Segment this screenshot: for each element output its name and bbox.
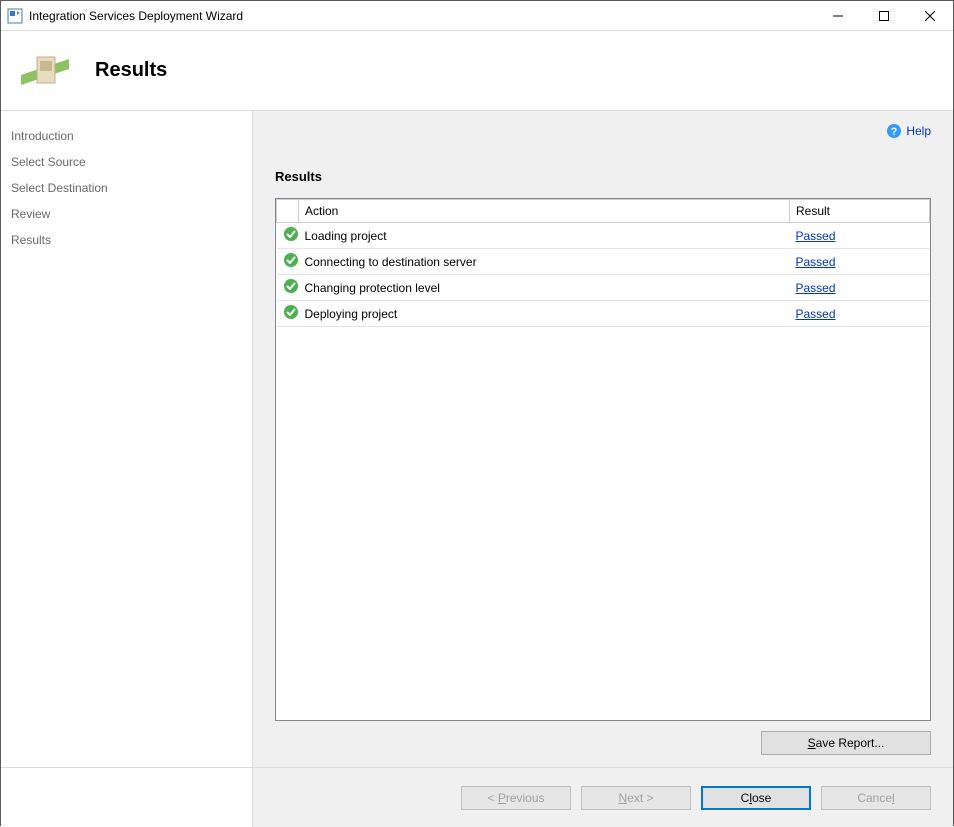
row-result-cell: Passed — [790, 275, 930, 301]
page-title: Results — [95, 59, 167, 82]
table-row: Changing protection level Passed — [277, 275, 930, 301]
row-result-cell: Passed — [790, 301, 930, 327]
table-header-row: Action Result — [277, 200, 930, 223]
sidebar-item-review[interactable]: Review — [1, 201, 252, 227]
results-table: Action Result Loading projectPassedConne… — [275, 198, 931, 721]
sidebar-item-introduction[interactable]: Introduction — [1, 123, 252, 149]
sidebar: Introduction Select Source Select Destin… — [1, 111, 253, 767]
window-title: Integration Services Deployment Wizard — [29, 9, 243, 23]
app-icon — [7, 8, 23, 24]
row-status-icon — [277, 275, 299, 301]
sidebar-item-select-destination[interactable]: Select Destination — [1, 175, 252, 201]
main-area: Introduction Select Source Select Destin… — [1, 111, 953, 767]
column-header-icon[interactable] — [277, 200, 299, 223]
sidebar-item-results[interactable]: Results — [1, 227, 252, 253]
row-action-cell: Deploying project — [299, 301, 790, 327]
row-status-icon — [277, 249, 299, 275]
footer-button-row: < Previous Next > Close Cancel — [1, 767, 953, 827]
result-link[interactable]: Passed — [796, 281, 836, 295]
previous-button: < Previous — [461, 786, 571, 810]
table-row: Connecting to destination server Passed — [277, 249, 930, 275]
row-action-cell: Connecting to destination server — [299, 249, 790, 275]
save-report-button[interactable]: Save Report... — [761, 731, 931, 755]
close-window-button[interactable] — [907, 1, 953, 31]
column-header-result[interactable]: Result — [790, 200, 930, 223]
header-deploy-icon — [21, 47, 69, 95]
result-link[interactable]: Passed — [796, 307, 836, 321]
result-link[interactable]: Passed — [796, 229, 836, 243]
row-action-cell: Changing protection level — [299, 275, 790, 301]
close-button[interactable]: Close — [701, 786, 811, 810]
check-icon — [283, 304, 299, 320]
help-row: ? Help — [275, 111, 931, 151]
table-row: Loading project Passed — [277, 223, 930, 249]
row-result-cell: Passed — [790, 249, 930, 275]
content-panel: ? Help Results Action Result Loading pro… — [253, 111, 953, 767]
result-link[interactable]: Passed — [796, 255, 836, 269]
next-button: Next > — [581, 786, 691, 810]
check-icon — [283, 278, 299, 294]
cancel-button: Cancel — [821, 786, 931, 810]
row-action-cell: Loading project — [299, 223, 790, 249]
window-controls — [815, 1, 953, 31]
table-row: Deploying project Passed — [277, 301, 930, 327]
sidebar-item-select-source[interactable]: Select Source — [1, 149, 252, 175]
footer-sidebar-spacer — [1, 768, 253, 827]
save-report-row: Save Report... — [275, 721, 931, 755]
row-status-icon — [277, 223, 299, 249]
svg-text:?: ? — [891, 126, 898, 138]
section-title: Results — [275, 169, 931, 184]
maximize-button[interactable] — [861, 1, 907, 31]
help-icon: ? — [886, 123, 902, 139]
titlebar: Integration Services Deployment Wizard — [1, 1, 953, 31]
help-link[interactable]: Help — [906, 124, 931, 138]
check-icon — [283, 226, 299, 242]
page-header: Results — [1, 31, 953, 111]
check-icon — [283, 252, 299, 268]
row-status-icon — [277, 301, 299, 327]
column-header-action[interactable]: Action — [299, 200, 790, 223]
minimize-button[interactable] — [815, 1, 861, 31]
row-result-cell: Passed — [790, 223, 930, 249]
